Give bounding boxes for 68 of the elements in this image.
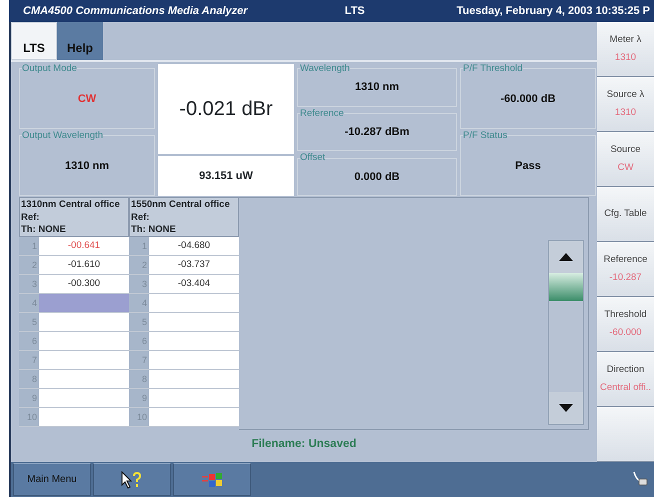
help-button[interactable] — [93, 463, 171, 496]
up-arrow-icon — [559, 253, 573, 261]
help-cursor-icon — [121, 470, 143, 488]
header-line: 1550nm Central office — [131, 199, 231, 212]
table-cell[interactable]: -04.680 — [149, 237, 239, 255]
tab[interactable]: Help — [57, 22, 103, 60]
table-cell[interactable] — [39, 332, 129, 350]
field-label: Offset — [300, 153, 326, 163]
table-cell[interactable] — [149, 313, 239, 331]
table-cell[interactable] — [39, 294, 129, 312]
table-cell[interactable]: -03.404 — [149, 275, 239, 293]
table-cell[interactable]: -03.737 — [149, 256, 239, 274]
header-line: Th: NONE — [131, 224, 177, 236]
windows-button[interactable] — [173, 463, 251, 496]
down-arrow-icon — [559, 404, 573, 412]
field-value: 1310 nm — [354, 80, 400, 96]
field-label: Reference — [300, 108, 344, 118]
table-cell[interactable] — [149, 370, 239, 388]
table-cell[interactable]: -01.610 — [39, 256, 129, 274]
table-cell[interactable] — [149, 294, 239, 312]
plug-icon[interactable] — [632, 471, 648, 488]
field-value: Pass — [515, 158, 541, 174]
power-reading: 93.151 uW — [158, 156, 294, 196]
header-line: Th: NONE — [21, 224, 67, 236]
table-cell[interactable] — [39, 370, 129, 388]
filename-label: Filename: Unsaved — [250, 437, 358, 452]
field-value: CW — [78, 92, 96, 106]
main-reading: -0.021 dBr — [158, 64, 294, 154]
softkey-button[interactable]: Threshold -60.000 — [597, 297, 654, 352]
table-cell[interactable] — [149, 332, 239, 350]
table-cell[interactable]: -00.641 — [39, 237, 129, 255]
field-label: Output Mode — [22, 64, 77, 74]
table-cell[interactable] — [149, 351, 239, 369]
scroll-thumb[interactable] — [549, 273, 583, 301]
blank-softkey-button[interactable] — [597, 407, 654, 462]
scroll-up-button[interactable] — [549, 241, 583, 273]
scroll-down-button[interactable] — [549, 392, 583, 424]
softkey-button[interactable]: Reference -10.287 — [597, 242, 654, 297]
date-time: Tuesday, February 4, 2003 10:35:25 P — [456, 4, 650, 19]
table-cell[interactable] — [149, 389, 239, 407]
scroll-bar[interactable] — [548, 240, 584, 425]
table-cell[interactable] — [149, 408, 239, 426]
app-title: CMA4500 Communications Media Analyzer — [23, 4, 249, 19]
softkey-button[interactable]: Source CW — [597, 132, 654, 187]
field-value: -10.287 dBm — [344, 125, 410, 140]
tab[interactable]: LTS — [11, 22, 57, 60]
softkey-button[interactable]: Direction Central offi.. — [597, 352, 654, 407]
table-cell[interactable] — [39, 408, 129, 426]
main-menu-button[interactable]: Main Menu — [13, 463, 91, 496]
header-line: Ref: — [21, 212, 40, 224]
field-label: Output Wavelength — [22, 131, 103, 140]
header-line: Ref: — [131, 212, 150, 224]
softkey-button[interactable]: Meter λ 1310 — [597, 22, 654, 77]
field-label: P/F Status — [463, 131, 508, 140]
table-cell[interactable]: -00.300 — [39, 275, 129, 293]
field-value: -60.000 dB — [500, 92, 556, 106]
table-cell[interactable] — [39, 351, 129, 369]
screen-title: LTS — [344, 4, 366, 19]
flag-icon — [202, 472, 222, 488]
field-label: P/F Threshold — [463, 64, 522, 74]
table-cell[interactable] — [39, 313, 129, 331]
field-value: 1310 nm — [64, 158, 110, 174]
softkey-button[interactable]: Source λ 1310 — [597, 77, 654, 132]
field-value: 0.000 dB — [354, 170, 400, 185]
softkey-button[interactable]: Cfg. Table — [597, 187, 654, 242]
table-cell[interactable] — [39, 389, 129, 407]
header-line: 1310nm Central office — [21, 199, 121, 212]
field-label: Wavelength — [300, 64, 350, 74]
